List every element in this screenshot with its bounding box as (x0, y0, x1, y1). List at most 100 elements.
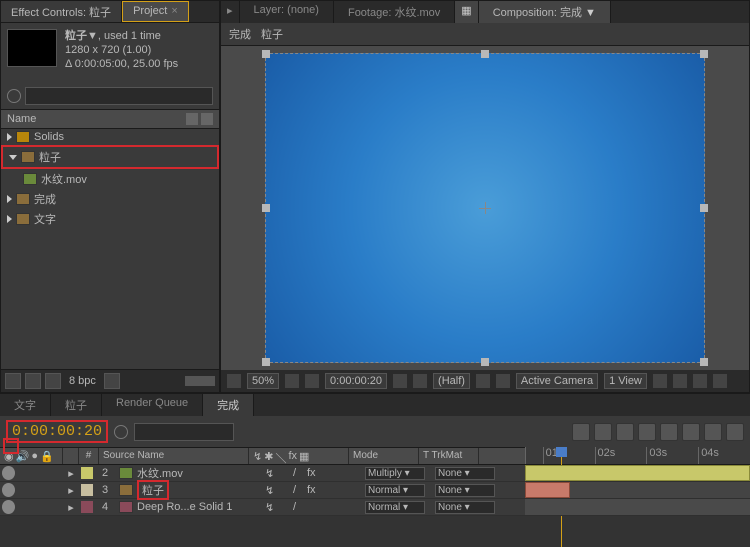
movie-icon (23, 173, 37, 185)
hide-shy-icon[interactable] (616, 423, 634, 441)
timeline-panel: 文字 粒子 Render Queue 完成 0:00:00:20 (0, 393, 750, 516)
subtab-wancheng[interactable]: 完成 (229, 26, 251, 42)
subtab-lizi[interactable]: 粒子 (261, 26, 283, 42)
tab-footage[interactable]: Footage: 水纹.mov (334, 1, 455, 23)
trkmat-selector[interactable]: None ▾ (435, 501, 495, 514)
draft-3d-icon[interactable] (594, 423, 612, 441)
trkmat-header[interactable]: T TrkMat (419, 448, 479, 464)
project-search-input[interactable] (25, 87, 213, 105)
solo-col-icon[interactable]: ● (31, 450, 38, 462)
header-icon[interactable] (186, 113, 198, 125)
pixel-aspect-icon[interactable] (653, 374, 667, 388)
anchor-point-icon[interactable] (479, 202, 491, 214)
layer-clip[interactable] (525, 499, 750, 515)
comp-nav-icon[interactable]: ▦ (455, 1, 478, 23)
layer-type-icon (119, 484, 133, 496)
layer-color[interactable] (79, 501, 95, 513)
mode-header[interactable]: Mode (349, 448, 419, 464)
layer-row[interactable]: ▸ 4 Deep Ro...e Solid 1 ↯/ Normal ▾ None… (0, 499, 525, 516)
project-item-shuiwen[interactable]: 水纹.mov (17, 169, 219, 189)
layer-type-icon (119, 467, 133, 479)
comp-icon (21, 151, 35, 163)
fast-preview-icon[interactable] (673, 374, 687, 388)
scrollbar[interactable] (185, 376, 215, 386)
blend-mode-selector[interactable]: Normal ▾ (365, 484, 425, 497)
current-timecode[interactable]: 0:00:00:20 (6, 420, 108, 443)
safe-zones-icon[interactable] (305, 374, 319, 388)
transform-handle[interactable] (700, 204, 708, 212)
transform-handle[interactable] (700, 358, 708, 366)
tab-layer[interactable]: Layer: (none) (240, 1, 334, 23)
header-icon[interactable] (201, 113, 213, 125)
zoom-selector[interactable]: 50% (247, 373, 279, 389)
layer-type-icon (119, 501, 133, 513)
comp-icon (16, 213, 30, 225)
tab-composition[interactable]: Composition: 完成 ▼ (479, 1, 611, 23)
lock-col-icon[interactable]: 🔒 (40, 450, 54, 462)
blend-mode-selector[interactable]: Normal ▾ (365, 501, 425, 514)
comp-mini-flowchart-icon[interactable] (572, 423, 590, 441)
composition-canvas[interactable] (221, 46, 749, 370)
project-item-wancheng[interactable]: 完成 (1, 189, 219, 209)
frame-blend-icon[interactable] (638, 423, 656, 441)
brainstorm-icon[interactable] (682, 423, 700, 441)
transform-handle[interactable] (262, 50, 270, 58)
visibility-toggle[interactable] (2, 500, 15, 514)
timeline-tab-wenzi[interactable]: 文字 (0, 394, 51, 416)
source-name-header[interactable]: Source Name (99, 448, 249, 464)
graph-editor-icon[interactable] (726, 423, 744, 441)
project-item-wenzi[interactable]: 文字 (1, 209, 219, 229)
transform-handle[interactable] (481, 358, 489, 366)
timeline-search-input[interactable] (134, 423, 234, 441)
timeline-tab-wancheng[interactable]: 完成 (203, 394, 254, 416)
delete-icon[interactable] (104, 373, 120, 389)
tab-effect-controls[interactable]: Effect Controls: 粒子 (1, 1, 122, 22)
timeline-tab-render[interactable]: Render Queue (102, 394, 203, 416)
timeline-icon[interactable] (693, 374, 707, 388)
close-icon[interactable]: × (171, 5, 177, 17)
search-icon[interactable] (7, 89, 21, 103)
current-time[interactable]: 0:00:00:20 (325, 373, 387, 389)
layer-number-header[interactable]: # (79, 448, 99, 464)
visibility-toggle[interactable] (2, 466, 15, 480)
layer-clip[interactable] (525, 465, 750, 481)
project-thumbnail (7, 29, 57, 67)
view-layout-selector[interactable]: 1 View (604, 373, 647, 389)
transform-handle[interactable] (262, 204, 270, 212)
transform-handle[interactable] (481, 50, 489, 58)
column-name-header[interactable]: Name (7, 113, 36, 125)
transform-handle[interactable] (700, 50, 708, 58)
visibility-toggle[interactable] (2, 483, 15, 497)
search-icon[interactable] (114, 425, 128, 439)
blend-mode-selector[interactable]: Multiply ▾ (365, 467, 425, 480)
interpret-footage-icon[interactable] (5, 373, 21, 389)
snapshot-icon[interactable] (393, 374, 407, 388)
project-list[interactable]: Solids 粒子 水纹.mov 完成 文字 (1, 129, 219, 369)
motion-blur-icon[interactable] (660, 423, 678, 441)
new-comp-icon[interactable] (45, 373, 61, 389)
transform-handle[interactable] (262, 358, 270, 366)
project-item-lizi[interactable]: 粒子 (1, 145, 219, 169)
timeline-tab-lizi[interactable]: 粒子 (51, 394, 102, 416)
auto-keyframe-icon[interactable] (704, 423, 722, 441)
layer-clip[interactable] (525, 482, 570, 498)
layer-color[interactable] (79, 484, 95, 496)
channel-icon[interactable] (413, 374, 427, 388)
project-item-solids[interactable]: Solids (1, 129, 219, 145)
transparency-icon[interactable] (496, 374, 510, 388)
comp-duration: Δ 0:00:05:00, 25.00 fps (65, 57, 178, 71)
bpc-label[interactable]: 8 bpc (65, 373, 100, 389)
layer-row[interactable]: ▸ 3 粒子 ↯/fx Normal ▾ None ▾ (0, 482, 525, 499)
new-folder-icon[interactable] (25, 373, 41, 389)
aspect-icon[interactable] (285, 374, 299, 388)
camera-selector[interactable]: Active Camera (516, 373, 598, 389)
resolution-selector[interactable]: (Half) (433, 373, 470, 389)
tab-project[interactable]: Project× (122, 1, 189, 22)
layer-color[interactable] (79, 467, 95, 479)
roi-icon[interactable] (476, 374, 490, 388)
trkmat-selector[interactable]: None ▾ (435, 484, 495, 497)
grid-icon[interactable] (227, 374, 241, 388)
flowchart-icon[interactable] (713, 374, 727, 388)
viewer-lock-icon[interactable]: ▸ (221, 1, 240, 23)
trkmat-selector[interactable]: None ▾ (435, 467, 495, 480)
